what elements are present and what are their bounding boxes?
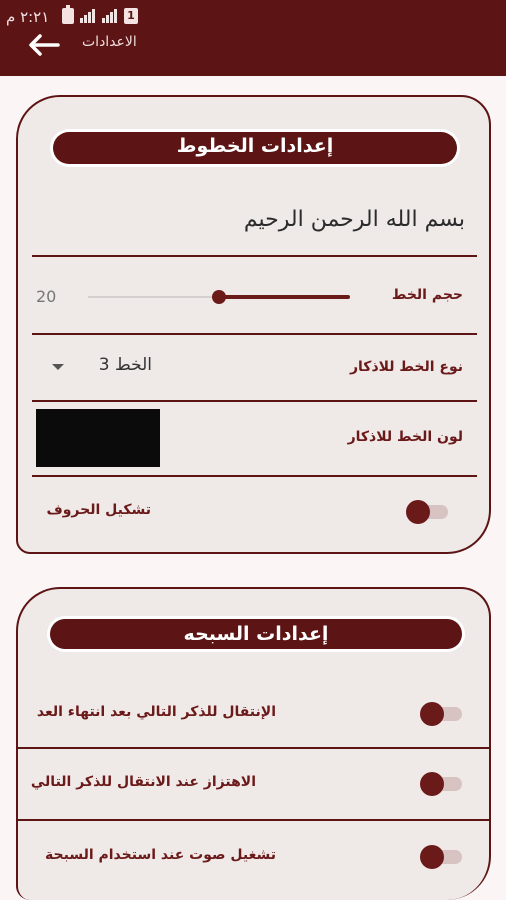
chevron-down-icon: [52, 364, 64, 370]
toggle-thumb: [420, 845, 444, 869]
rosary-settings-card: إعدادات السبحه الإنتقال للذكر التالي بعد…: [16, 587, 491, 900]
divider: [32, 400, 477, 402]
signal-icon: [80, 9, 96, 23]
divider: [32, 475, 477, 477]
rosary-settings-heading: إعدادات السبحه: [50, 619, 462, 649]
font-size-slider[interactable]: [88, 285, 350, 309]
sim-icon: 1: [124, 8, 138, 24]
vibrate-label: الاهتزاز عند الانتقال للذكر التالي: [30, 774, 256, 790]
font-preview-text: بسم الله الرحمن الرحيم: [243, 207, 465, 232]
page-title: الاعدادات: [82, 34, 137, 50]
font-color-swatch[interactable]: [36, 409, 160, 467]
font-type-dropdown[interactable]: الخط 3: [48, 351, 158, 381]
divider: [18, 819, 491, 821]
diacritics-label: تشكيل الحروف: [46, 502, 151, 518]
toggle-thumb: [420, 772, 444, 796]
font-settings-heading: إعدادات الخطوط: [53, 132, 457, 164]
font-type-label: نوع الخط للاذكار: [349, 359, 463, 375]
battery-icon: [62, 5, 74, 24]
status-time: ٢:٢١ م: [6, 8, 50, 26]
auto-next-toggle[interactable]: [420, 702, 462, 726]
auto-next-label: الإنتقال للذكر التالي بعد انتهاء العد: [36, 704, 276, 720]
sound-label: تشغيل صوت عند استخدام السبحة: [45, 847, 276, 863]
divider: [18, 747, 491, 749]
vibrate-toggle[interactable]: [420, 772, 462, 796]
arrow-left-icon: [29, 34, 60, 56]
back-button[interactable]: [24, 30, 64, 60]
font-size-label: حجم الخط: [391, 287, 463, 303]
status-icons: 1: [62, 5, 138, 24]
divider: [32, 255, 477, 257]
diacritics-toggle[interactable]: [406, 500, 448, 524]
toggle-thumb: [406, 500, 430, 524]
font-color-label: لون الخط للاذكار: [347, 429, 463, 445]
app-bar: الاعدادات: [0, 34, 506, 76]
status-bar: ٢:٢١ م 1: [0, 0, 506, 36]
toggle-thumb: [420, 702, 444, 726]
font-size-value: 20: [36, 287, 57, 306]
slider-thumb[interactable]: [212, 290, 226, 304]
font-type-selected: الخط 3: [98, 355, 152, 375]
signal-icon-2: [102, 9, 118, 23]
sound-toggle[interactable]: [420, 845, 462, 869]
font-settings-card: إعدادات الخطوط بسم الله الرحمن الرحيم حج…: [16, 95, 491, 554]
divider: [32, 333, 477, 335]
